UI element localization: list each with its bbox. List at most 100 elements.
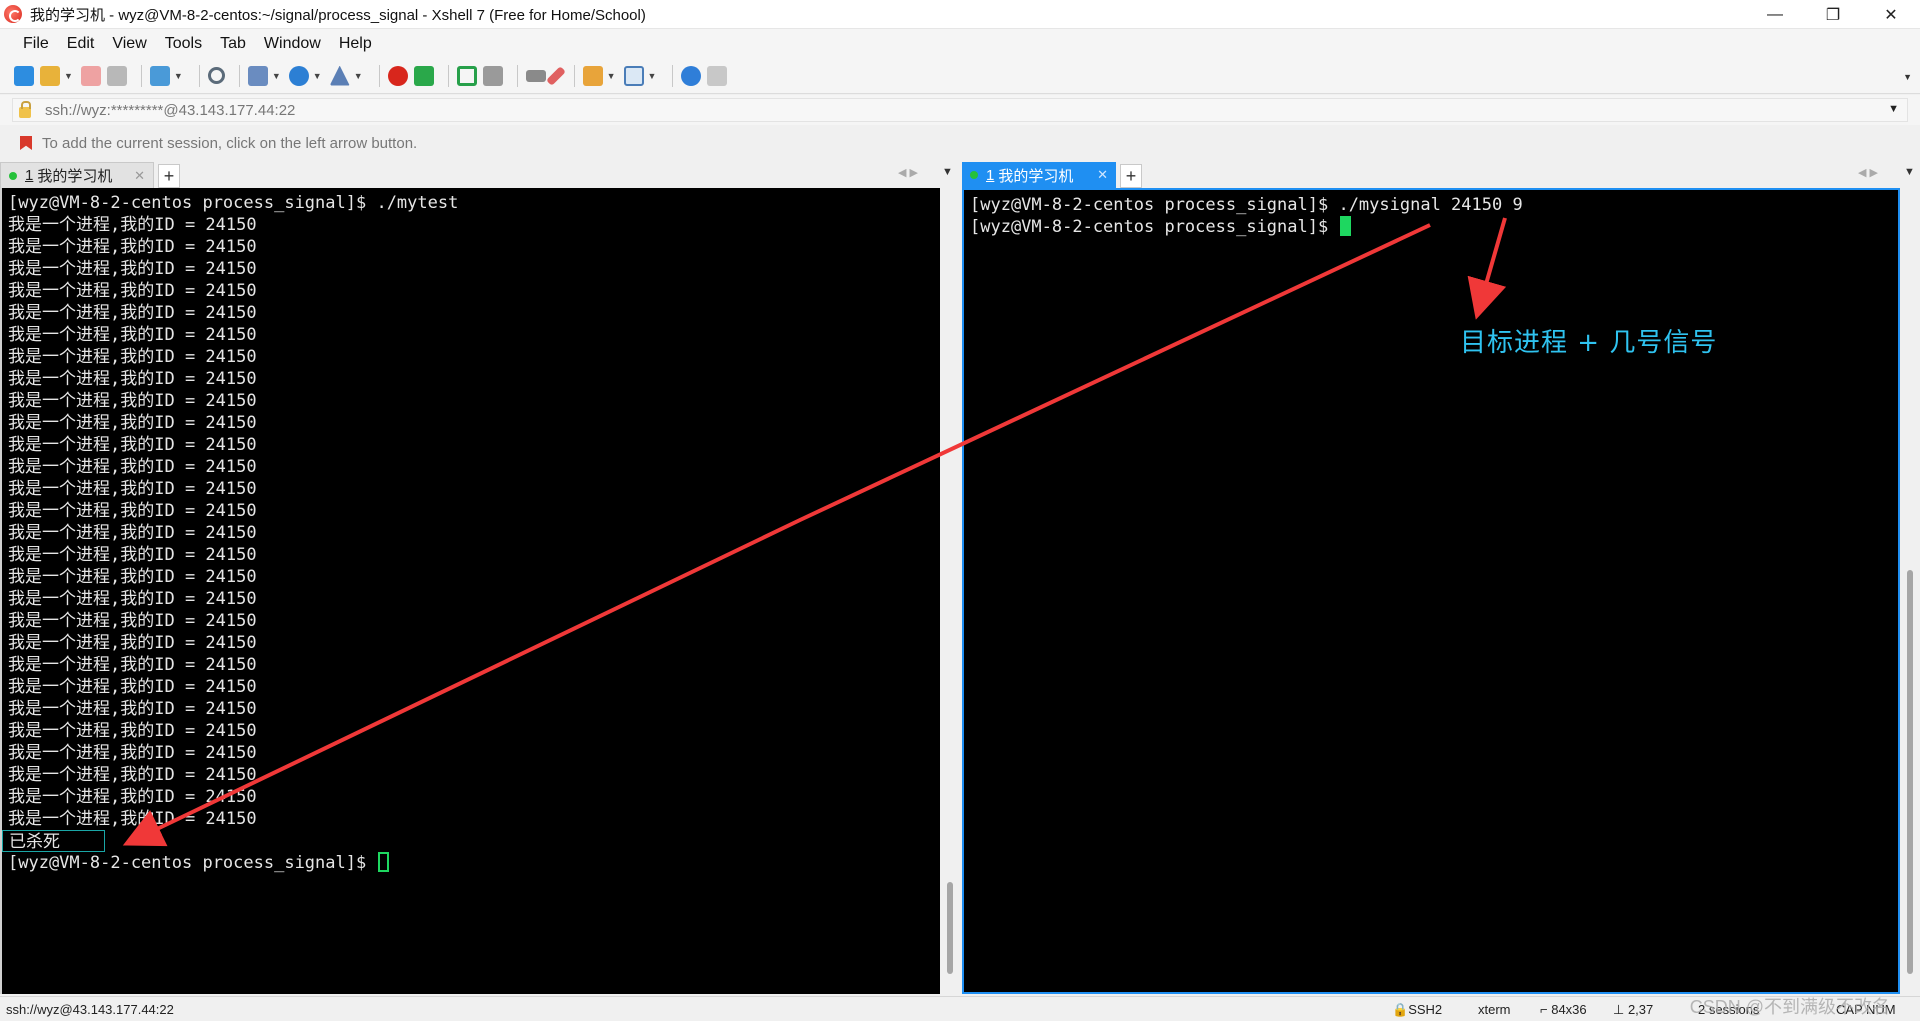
left-tab-strip: 1 我的学习机 ✕ + ◀ ▶ ▼: [0, 160, 960, 188]
xftp-icon[interactable]: [413, 65, 434, 86]
terminal-line: 我是一个进程,我的ID = 24150: [8, 259, 257, 279]
terminal-line: 我是一个进程,我的ID = 24150: [8, 787, 257, 807]
terminal-line: 我是一个进程,我的ID = 24150: [8, 545, 257, 565]
layout-icon[interactable]: [623, 65, 644, 86]
open-folder-icon[interactable]: [40, 65, 60, 86]
transfer-icon[interactable]: [247, 65, 268, 86]
annotation-label: 目标进程 + 几号信号: [1460, 328, 1718, 358]
status-size: ⌐ 84x36: [1540, 1002, 1587, 1017]
tab-nav-arrows-icon[interactable]: ◀ ▶: [1858, 166, 1878, 179]
disconnect-icon[interactable]: [106, 65, 127, 86]
right-scrollbar[interactable]: [1900, 188, 1920, 994]
terminal-line: 我是一个进程,我的ID = 24150: [8, 765, 257, 785]
menu-bar: File Edit View Tools Tab Window Help: [0, 29, 1920, 58]
tab-list-dropdown-icon[interactable]: ▼: [1904, 166, 1915, 178]
tab-left-session[interactable]: 1 我的学习机 ✕: [0, 162, 154, 188]
terminal-line: 我是一个进程,我的ID = 24150: [8, 743, 257, 763]
menu-tools[interactable]: Tools: [165, 35, 202, 53]
tab-nav-arrows-icon[interactable]: ◀ ▶: [898, 166, 918, 179]
tab-number: 1: [25, 167, 34, 184]
find-icon[interactable]: [207, 67, 225, 84]
right-terminal-output: [wyz@VM-8-2-centos process_signal]$ ./my…: [964, 190, 1898, 238]
menu-help[interactable]: Help: [339, 35, 372, 53]
toolbar-divider: [378, 64, 380, 87]
terminal-line: 我是一个进程,我的ID = 24150: [8, 391, 257, 411]
left-terminal[interactable]: [wyz@VM-8-2-centos process_signal]$ ./my…: [0, 188, 940, 994]
tab-close-icon[interactable]: ✕: [134, 168, 145, 184]
tab-close-icon[interactable]: ✕: [1097, 167, 1108, 183]
connect-icon[interactable]: [80, 65, 101, 86]
terminal-line: 我是一个进程,我的ID = 24150: [8, 655, 257, 675]
highlight-icon[interactable]: [545, 65, 566, 86]
address-dropdown-icon[interactable]: ▼: [1888, 103, 1899, 115]
font-dropdown-icon[interactable]: ▼: [354, 71, 363, 81]
tab-right-session[interactable]: 1 我的学习机 ✕: [962, 162, 1116, 188]
new-tab-icon[interactable]: [149, 65, 170, 86]
terminal-line: 我是一个进程,我的ID = 24150: [8, 347, 257, 367]
address-bar: ssh://wyz:*********@43.143.177.44:22 ▼: [0, 95, 1920, 125]
terminal-prompt: [wyz@VM-8-2-centos process_signal]$: [970, 217, 1339, 237]
terminal-line: 我是一个进程,我的ID = 24150: [8, 479, 257, 499]
terminal-line: 我是一个进程,我的ID = 24150: [8, 611, 257, 631]
window-title: 我的学习机 - wyz@VM-8-2-centos:~/signal/proce…: [30, 6, 646, 24]
terminal-line: 我是一个进程,我的ID = 24150: [8, 303, 257, 323]
connected-status-icon: [9, 171, 17, 180]
terminal-line: 我是一个进程,我的ID = 24150: [8, 435, 257, 455]
terminal-line: 我是一个进程,我的ID = 24150: [8, 589, 257, 609]
toolbar: ▼ ▼ ▼ ▼ ▼ ▼ ▼ ▼: [0, 58, 1920, 94]
tab-list-dropdown-icon[interactable]: ▼: [942, 166, 953, 178]
address-input[interactable]: ssh://wyz:*********@43.143.177.44:22 ▼: [12, 98, 1908, 122]
menu-edit[interactable]: Edit: [67, 35, 95, 53]
size-icon: ⌐: [1540, 1002, 1552, 1017]
open-dropdown-icon[interactable]: ▼: [64, 71, 73, 81]
menu-file[interactable]: File: [23, 35, 49, 53]
status-terminal-type: xterm: [1478, 1002, 1511, 1017]
terminal-line: 我是一个进程,我的ID = 24150: [8, 501, 257, 521]
terminal-line: 我是一个进程,我的ID = 24150: [8, 523, 257, 543]
globe-icon[interactable]: [288, 65, 309, 86]
status-lock-icon: 🔒: [1392, 1002, 1409, 1017]
toolbar-divider: [198, 64, 200, 87]
transfer-dropdown-icon[interactable]: ▼: [272, 71, 281, 81]
chat-icon[interactable]: [707, 65, 728, 86]
csdn-watermark: CSDN @不到满级不改名: [1689, 997, 1890, 1017]
minimize-button[interactable]: —: [1746, 0, 1804, 29]
menu-tab[interactable]: Tab: [220, 35, 246, 53]
status-connection: ssh://wyz@43.143.177.44:22: [6, 1002, 174, 1017]
bookmark-icon[interactable]: [20, 136, 32, 150]
font-icon[interactable]: [329, 65, 350, 86]
right-terminal[interactable]: [wyz@VM-8-2-centos process_signal]$ ./my…: [962, 188, 1900, 994]
restore-button[interactable]: ❐: [1804, 0, 1862, 29]
left-scrollbar-thumb[interactable]: [947, 882, 953, 974]
padlock-icon: [19, 100, 31, 118]
position-icon: ⊥: [1613, 1002, 1628, 1017]
terminal-line: 我是一个进程,我的ID = 24150: [8, 237, 257, 257]
toolbar-overflow-icon[interactable]: ▼: [1903, 72, 1912, 82]
address-value: ssh://wyz:*********@43.143.177.44:22: [45, 101, 296, 119]
xshell-logo-icon: [4, 5, 22, 23]
menu-window[interactable]: Window: [264, 35, 321, 53]
menu-view[interactable]: View: [112, 35, 146, 53]
new-session-icon[interactable]: [14, 65, 34, 86]
close-button[interactable]: ✕: [1862, 0, 1920, 29]
lock-icon[interactable]: [482, 65, 503, 86]
new-tab-dropdown-icon[interactable]: ▼: [174, 71, 183, 81]
xshell-icon[interactable]: [387, 65, 408, 86]
add-tab-button[interactable]: +: [1120, 164, 1142, 188]
left-scrollbar[interactable]: [940, 188, 960, 994]
layout-dropdown-icon[interactable]: ▼: [648, 71, 657, 81]
help-icon[interactable]: [681, 65, 702, 86]
terminal-cursor: [378, 852, 390, 872]
globe-dropdown-icon[interactable]: ▼: [313, 71, 322, 81]
keyboard-icon[interactable]: [525, 69, 546, 82]
left-terminal-output: [wyz@VM-8-2-centos process_signal]$ ./my…: [2, 188, 940, 874]
compose-icon[interactable]: [582, 65, 603, 86]
terminal-cursor: [1340, 216, 1352, 236]
compose-dropdown-icon[interactable]: ▼: [607, 71, 616, 81]
fullscreen-icon[interactable]: [456, 65, 477, 86]
terminal-line: 我是一个进程,我的ID = 24150: [8, 325, 257, 345]
terminal-line: 我是一个进程,我的ID = 24150: [8, 413, 257, 433]
terminal-line: 我是一个进程,我的ID = 24150: [8, 677, 257, 697]
add-tab-button[interactable]: +: [158, 164, 180, 188]
right-scrollbar-thumb[interactable]: [1907, 570, 1913, 974]
